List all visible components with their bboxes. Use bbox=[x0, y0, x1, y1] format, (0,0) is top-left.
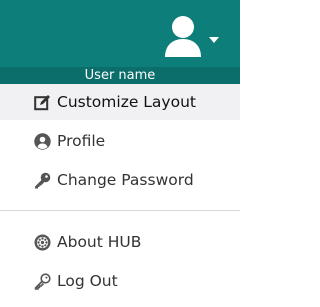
user-avatar-icon bbox=[165, 16, 201, 57]
menu-item-customize-layout[interactable]: Customize Layout bbox=[0, 84, 240, 120]
chevron-down-icon bbox=[209, 37, 219, 43]
menu-item-label: Change Password bbox=[57, 171, 194, 189]
menu-item-label: About HUB bbox=[57, 233, 142, 251]
user-circle-icon bbox=[34, 133, 51, 150]
hub-icon bbox=[34, 234, 51, 251]
logout-key-icon bbox=[34, 273, 51, 290]
menu-divider bbox=[0, 210, 240, 211]
menu-item-log-out[interactable]: Log Out bbox=[0, 263, 240, 299]
user-name-label: User name bbox=[0, 67, 240, 84]
key-icon bbox=[35, 172, 51, 189]
menu-item-label: Customize Layout bbox=[57, 93, 196, 111]
menu-item-label: Log Out bbox=[57, 272, 118, 290]
menu-item-profile[interactable]: Profile bbox=[0, 123, 240, 159]
edit-icon bbox=[34, 95, 50, 111]
user-menu-button[interactable] bbox=[159, 12, 229, 60]
app-header bbox=[0, 0, 240, 67]
menu-item-about-hub[interactable]: About HUB bbox=[0, 224, 240, 260]
menu-item-change-password[interactable]: Change Password bbox=[0, 162, 240, 198]
menu-item-label: Profile bbox=[57, 132, 106, 150]
